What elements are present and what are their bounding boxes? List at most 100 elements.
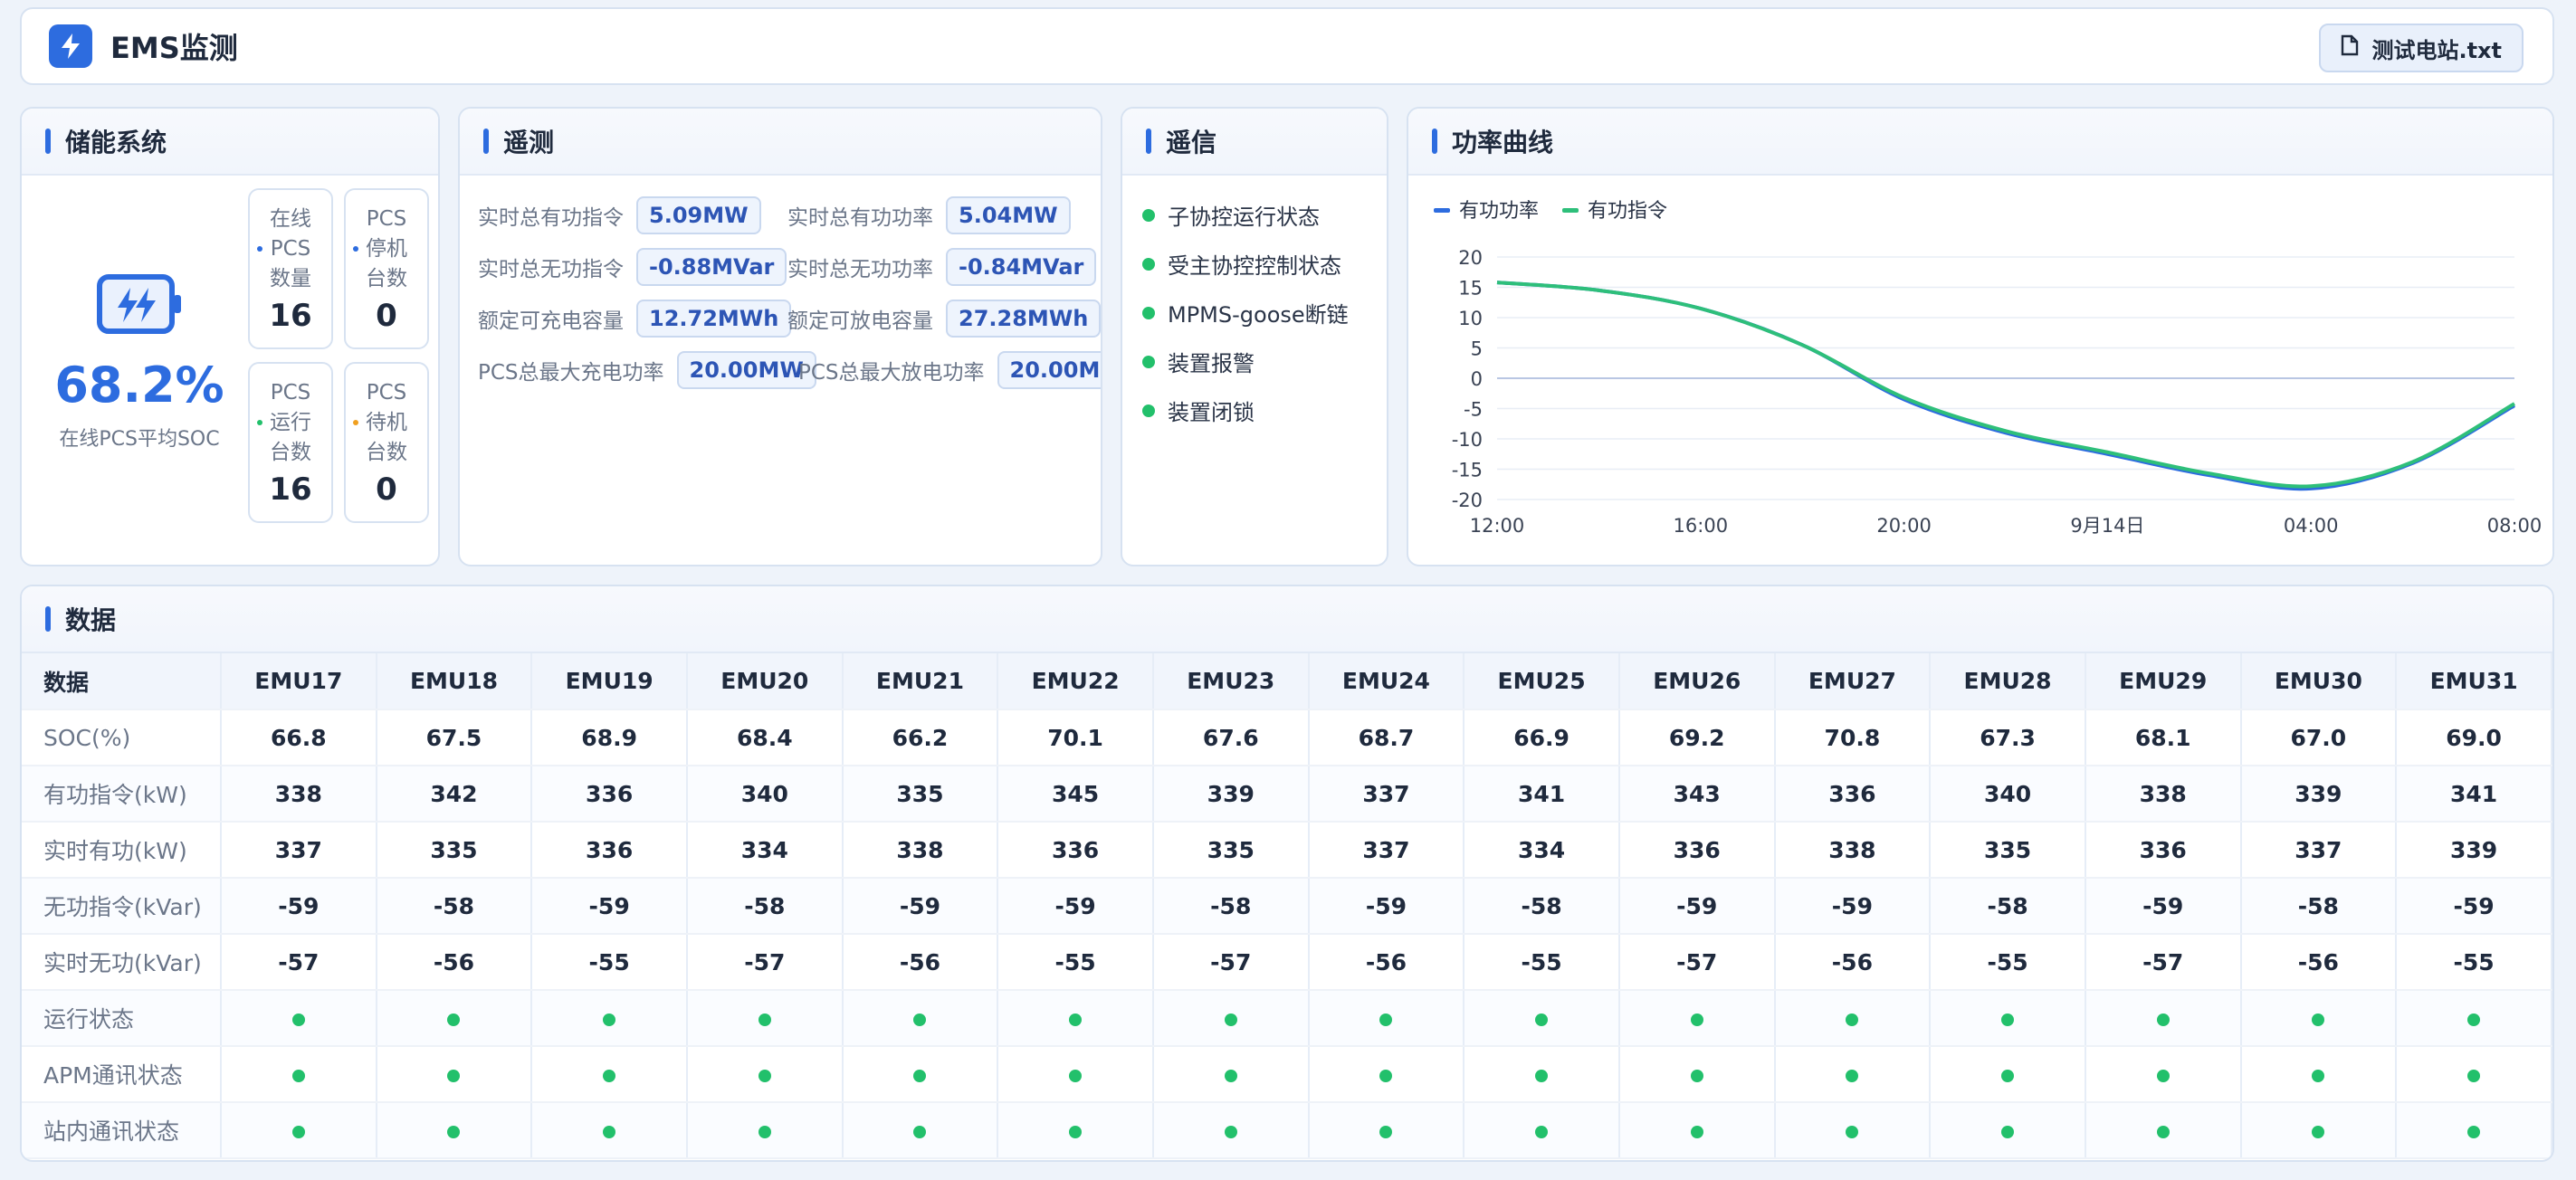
table-cell: 336 <box>1618 822 1776 879</box>
status-ok-dot <box>1535 1125 1549 1138</box>
table-cell: 345 <box>997 766 1154 823</box>
status-ok-dot <box>1846 1125 1859 1138</box>
table-cell: 337 <box>1308 822 1465 879</box>
signal-label: 装置闭锁 <box>1168 400 1255 425</box>
status-ok-dot <box>2312 1013 2325 1026</box>
telemetry-item: PCS总最大充电功率 20.00MW <box>478 350 816 390</box>
active-command-line <box>1496 281 2515 489</box>
row-header: 站内通讯状态 <box>22 1102 222 1159</box>
y-tick-label: -20 <box>1452 490 1483 511</box>
table-cell: 338 <box>1774 822 1932 879</box>
telemetry-item: 额定可充电容量 12.72MWh <box>478 299 792 338</box>
status-ok-dot <box>2156 1069 2170 1082</box>
soc-value: 68.2% <box>54 357 224 414</box>
table-cell: 339 <box>2240 766 2398 823</box>
pcs-stat-card: 在线 PCS 数量 16 <box>248 188 333 349</box>
table-cell: -58 <box>1152 878 1310 935</box>
table-cell: -55 <box>531 934 688 991</box>
soc-summary: 68.2% 在线PCS平均SOC <box>40 271 239 452</box>
x-tick-label: 12:00 <box>1470 515 1525 537</box>
table-cell: -59 <box>1618 878 1776 935</box>
telemetry-value: 20.00MW <box>676 351 816 389</box>
row-header: 实时无功(kVar) <box>22 934 222 991</box>
column-header: EMU22 <box>997 653 1154 710</box>
status-ok-dot <box>291 1125 305 1138</box>
power-panel-header: 功率曲线 <box>1408 109 2552 176</box>
status-ok-dot <box>1690 1069 1703 1082</box>
status-ok-dot <box>1379 1013 1393 1026</box>
status-ok-dot <box>2312 1069 2325 1082</box>
table-cell: 66.2 <box>842 709 999 766</box>
status-ok-dot <box>758 1069 771 1082</box>
status-ok-dot <box>603 1013 616 1026</box>
title-accent-bar <box>45 128 51 154</box>
status-cell <box>842 1046 999 1103</box>
table-cell: 67.3 <box>1930 709 2086 766</box>
stat-label: 运行 <box>270 410 311 434</box>
table-cell: -57 <box>2085 934 2242 991</box>
status-cell <box>221 990 377 1047</box>
status-ok-dot <box>447 1125 461 1138</box>
telemetry-value: 27.28MWh <box>946 300 1101 338</box>
signal-status-dot <box>1142 257 1155 271</box>
row-header: 运行状态 <box>22 990 222 1047</box>
status-ok-dot <box>1690 1125 1703 1138</box>
column-header: EMU26 <box>1618 653 1776 710</box>
table-cell: 336 <box>2085 822 2242 879</box>
signal-status-dot <box>1142 208 1155 222</box>
stat-label: 台数 <box>366 440 407 464</box>
row-header: APM通讯状态 <box>22 1046 222 1103</box>
title-accent-bar <box>45 606 51 632</box>
signal-label: 子协控运行状态 <box>1168 205 1320 230</box>
table-row: SOC(%) 66.8 67.5 68.9 68.4 66.2 70.1 67.6 68.7 66… <box>22 709 2552 766</box>
telemetry-label: 额定可充电容量 <box>478 309 624 333</box>
stat-label: PCS <box>366 206 407 231</box>
station-file-button[interactable]: 测试电站.txt <box>2319 24 2524 72</box>
status-cell <box>531 990 688 1047</box>
status-ok-dot <box>603 1125 616 1138</box>
table-row: 实时有功(kW) 337 335 336 334 338 336 335 337 334 336 33… <box>22 822 2552 879</box>
signal-status-dot <box>1142 306 1155 319</box>
table-cell: -55 <box>1930 934 2086 991</box>
table-row: 运行状态 <box>22 990 2552 1047</box>
signal-item: 装置闭锁 <box>1142 395 1255 426</box>
status-cell <box>2085 1046 2242 1103</box>
status-ok-dot <box>291 1013 305 1026</box>
storage-panel-header: 储能系统 <box>22 109 438 176</box>
status-ok-dot <box>1069 1069 1083 1082</box>
status-ok-dot <box>291 1069 305 1082</box>
status-cell <box>842 1102 999 1159</box>
data-panel-title: 数据 <box>65 605 117 635</box>
status-cell <box>1774 1102 1932 1159</box>
stat-value: 0 <box>376 471 397 508</box>
table-cell: 336 <box>531 766 688 823</box>
column-header: EMU21 <box>842 653 999 710</box>
signals-panel-header: 遥信 <box>1122 109 1387 176</box>
status-cell <box>2396 990 2552 1047</box>
status-cell <box>1464 1046 1620 1103</box>
x-tick-label: 08:00 <box>2487 515 2543 537</box>
power-curve-panel: 功率曲线 有功功率 有功指令 20 15 10 5 0 -5 -10 -15 -20 12:00 16:… <box>1407 107 2554 566</box>
table-cell: 67.6 <box>1152 709 1310 766</box>
stat-indicator-dot <box>353 420 358 425</box>
telemetry-value: 20.00MW <box>997 351 1101 389</box>
y-tick-label: 20 <box>1458 247 1483 269</box>
table-corner-header: 数据 <box>22 653 222 710</box>
table-cell: 335 <box>376 822 533 879</box>
title-accent-bar <box>1432 128 1437 154</box>
table-cell: 337 <box>1308 766 1465 823</box>
signal-item: 受主协控控制状态 <box>1142 248 1341 280</box>
status-ok-dot <box>2312 1125 2325 1138</box>
telemetry-label: PCS总最大充电功率 <box>478 361 664 385</box>
status-ok-dot <box>1069 1125 1083 1138</box>
status-cell <box>221 1046 377 1103</box>
stat-value: 16 <box>269 297 312 334</box>
column-header: EMU19 <box>531 653 688 710</box>
table-cell: -56 <box>842 934 999 991</box>
stat-label: 台数 <box>366 266 407 290</box>
table-cell: 68.9 <box>531 709 688 766</box>
column-header: EMU24 <box>1308 653 1465 710</box>
signal-label: 受主协控控制状态 <box>1168 253 1341 279</box>
telemetry-item: 实时总无功指令 -0.88MVar <box>478 247 787 287</box>
status-ok-dot <box>2156 1013 2170 1026</box>
